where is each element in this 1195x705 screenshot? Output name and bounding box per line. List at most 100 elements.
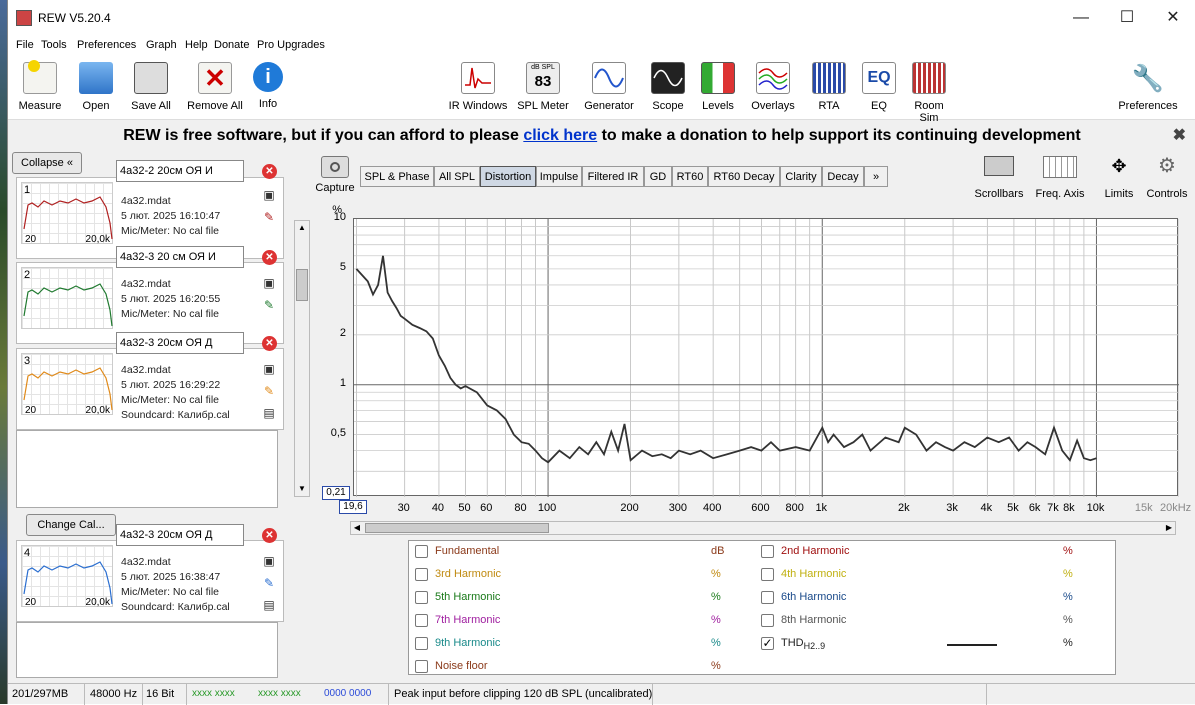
- tab-rt60[interactable]: RT60: [672, 166, 708, 187]
- measurement-card-4[interactable]: 4 20 20,0k 4a32.mdat 5 лют. 2025 16:38:4…: [16, 540, 284, 622]
- tab-distortion[interactable]: Distortion: [480, 166, 536, 187]
- banner-close-icon[interactable]: ✖: [1173, 121, 1186, 150]
- legend-checkbox[interactable]: [761, 568, 774, 581]
- menu-graph[interactable]: Graph: [146, 39, 177, 51]
- menu-pro-upgrades[interactable]: Pro Upgrades: [257, 39, 325, 51]
- menu-donate[interactable]: Donate: [214, 39, 249, 51]
- spl-meter-button[interactable]: dB SPL 83 SPL Meter: [513, 62, 573, 112]
- cal-file-icon[interactable]: ▤: [262, 406, 276, 420]
- limits-button[interactable]: ✥ Limits: [1096, 154, 1142, 200]
- scrollbars-button[interactable]: Scrollbars: [970, 154, 1028, 200]
- scroll-right-icon[interactable]: ▶: [1163, 522, 1175, 534]
- controls-button[interactable]: ⚙ Controls: [1144, 154, 1190, 200]
- color-pen-icon[interactable]: ✎: [262, 210, 276, 224]
- minimize-button[interactable]: —: [1058, 6, 1104, 30]
- info-button[interactable]: i Info: [252, 62, 284, 110]
- distortion-graph[interactable]: [353, 218, 1180, 497]
- y-tick-label: 5: [339, 260, 346, 273]
- ir-windows-icon: [461, 62, 495, 94]
- measurement-card-3[interactable]: 3 20 20,0k 4a32.mdat 5 лют. 2025 16:29:2…: [16, 348, 284, 430]
- ir-windows-button[interactable]: IR Windows: [445, 62, 511, 112]
- overlays-button[interactable]: Overlays: [748, 62, 798, 112]
- room-sim-button[interactable]: Room Sim: [904, 62, 954, 124]
- scope-button[interactable]: Scope: [646, 62, 690, 112]
- measurement-mic: Mic/Meter: No cal file: [121, 586, 220, 598]
- tab-filtered-ir[interactable]: Filtered IR: [582, 166, 644, 187]
- tab-gd[interactable]: GD: [644, 166, 672, 187]
- remove-measurement-icon[interactable]: ✕: [262, 336, 277, 351]
- tab-clarity[interactable]: Clarity: [780, 166, 822, 187]
- freq-axis-button[interactable]: Freq. Axis: [1032, 154, 1088, 200]
- freq-scroll-thumb[interactable]: [365, 523, 549, 533]
- tab-decay[interactable]: Decay: [822, 166, 864, 187]
- legend-checkbox[interactable]: [415, 591, 428, 604]
- scroll-up-icon[interactable]: ▲: [295, 221, 309, 235]
- capture-button[interactable]: Capture: [313, 156, 357, 194]
- legend-checkbox[interactable]: [415, 637, 428, 650]
- remove-measurement-icon[interactable]: ✕: [262, 164, 277, 179]
- legend-unit: %: [1063, 637, 1073, 649]
- scroll-thumb[interactable]: [296, 269, 308, 301]
- freq-scrollbar[interactable]: ◀ ▶: [350, 521, 1176, 535]
- y-min-box[interactable]: 0,21: [322, 486, 350, 500]
- save-measurement-icon[interactable]: ▣: [262, 276, 276, 290]
- legend-checkbox[interactable]: [415, 545, 428, 558]
- preferences-label: Preferences: [1118, 100, 1178, 112]
- measure-button[interactable]: Measure: [16, 60, 64, 112]
- legend-checkbox[interactable]: [761, 591, 774, 604]
- legend-unit: %: [711, 591, 721, 603]
- measurement-name-input-2[interactable]: 4a32-3 20 см ОЯ И: [116, 246, 244, 268]
- tab-impulse[interactable]: Impulse: [536, 166, 582, 187]
- open-label: Open: [82, 100, 110, 112]
- remove-measurement-icon[interactable]: ✕: [262, 528, 277, 543]
- legend-checkbox[interactable]: [761, 614, 774, 627]
- legend-checkbox[interactable]: [761, 545, 774, 558]
- preferences-button[interactable]: 🔧 Preferences: [1116, 62, 1180, 112]
- levels-icon: [701, 62, 735, 94]
- remove-measurement-icon[interactable]: ✕: [262, 250, 277, 265]
- open-button[interactable]: Open: [74, 62, 118, 112]
- tab-rt60-decay[interactable]: RT60 Decay: [708, 166, 780, 187]
- x-min-box[interactable]: 19,6: [339, 500, 367, 514]
- save-measurement-icon[interactable]: ▣: [262, 188, 276, 202]
- measurements-scrollbar[interactable]: ▲ ▼: [294, 220, 310, 497]
- tab-spl-phase[interactable]: SPL & Phase: [360, 166, 434, 187]
- legend-checkbox[interactable]: [415, 660, 428, 673]
- color-pen-icon[interactable]: ✎: [262, 298, 276, 312]
- save-disk-icon: [134, 62, 168, 94]
- measurement-name-input-1[interactable]: 4a32-2 20см ОЯ И: [116, 160, 244, 182]
- save-all-button[interactable]: Save All: [126, 62, 176, 112]
- cal-file-icon[interactable]: ▤: [262, 598, 276, 612]
- legend-checkbox[interactable]: [415, 568, 428, 581]
- menu-file[interactable]: File: [16, 39, 34, 51]
- levels-button[interactable]: Levels: [698, 62, 738, 112]
- legend-checkbox[interactable]: ✓: [761, 637, 774, 650]
- rta-button[interactable]: RTA: [812, 62, 846, 112]
- save-measurement-icon[interactable]: ▣: [262, 362, 276, 376]
- thumb-x-min: 20: [25, 597, 37, 608]
- legend-checkbox[interactable]: [415, 614, 428, 627]
- measurement-name-input-4[interactable]: 4a32-3 20см ОЯ Д: [116, 524, 244, 546]
- eq-button[interactable]: EQ EQ: [862, 62, 896, 112]
- menu-tools[interactable]: Tools: [41, 39, 67, 51]
- donation-link[interactable]: click here: [523, 127, 597, 144]
- color-pen-icon[interactable]: ✎: [262, 576, 276, 590]
- change-cal-button[interactable]: Change Cal...: [26, 514, 116, 536]
- scroll-left-icon[interactable]: ◀: [351, 522, 363, 534]
- tab-more[interactable]: »: [864, 166, 888, 187]
- color-pen-icon[interactable]: ✎: [262, 384, 276, 398]
- measurement-notes-3[interactable]: [16, 430, 278, 508]
- generator-button[interactable]: Generator: [581, 62, 637, 112]
- maximize-button[interactable]: ☐: [1104, 6, 1150, 30]
- menu-help[interactable]: Help: [185, 39, 208, 51]
- scroll-down-icon[interactable]: ▼: [295, 482, 309, 496]
- save-measurement-icon[interactable]: ▣: [262, 554, 276, 568]
- measurement-info: 4a32.mdat 5 лют. 2025 16:10:47 Mic/Meter…: [121, 194, 220, 239]
- measurement-notes-4[interactable]: [16, 622, 278, 678]
- remove-all-button[interactable]: ✕ Remove All: [184, 62, 246, 112]
- measurement-name-input-3[interactable]: 4a32-3 20см ОЯ Д: [116, 332, 244, 354]
- menu-preferences[interactable]: Preferences: [77, 39, 136, 51]
- tab-all-spl[interactable]: All SPL: [434, 166, 480, 187]
- close-button[interactable]: ✕: [1150, 6, 1195, 30]
- collapse-button[interactable]: Collapse «: [12, 152, 82, 174]
